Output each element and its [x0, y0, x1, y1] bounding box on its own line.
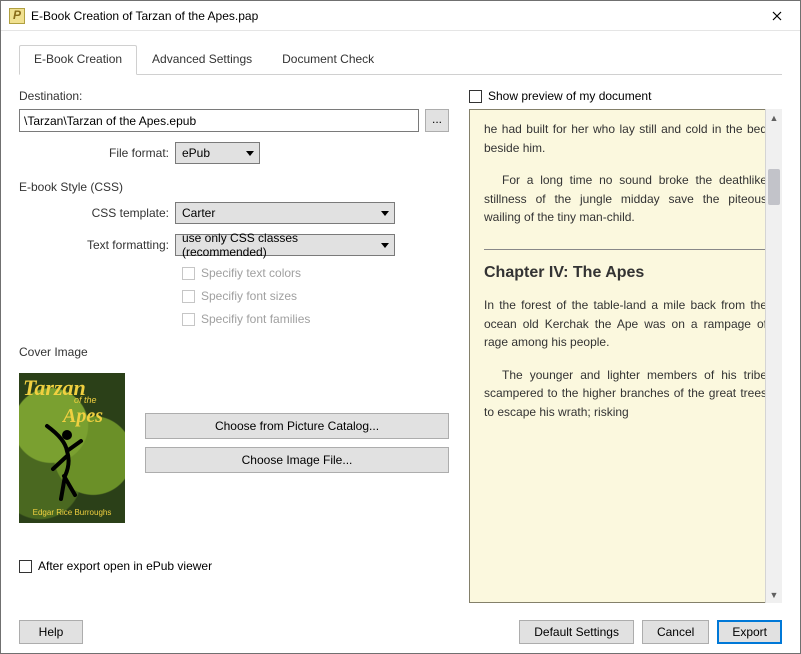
- cover-section-label: Cover Image: [19, 345, 449, 359]
- preview-paragraph: The younger and lighter members of his t…: [484, 366, 767, 422]
- specify-colors-checkbox: [182, 267, 195, 280]
- preview-paragraph: For a long time no sound broke the death…: [484, 171, 767, 227]
- tab-advanced-settings[interactable]: Advanced Settings: [137, 45, 267, 74]
- tab-ebook-creation[interactable]: E-Book Creation: [19, 45, 137, 75]
- settings-pane: Destination: ... File format: ePub E-boo…: [19, 89, 449, 603]
- show-preview-checkbox[interactable]: [469, 90, 482, 103]
- css-template-value: Carter: [182, 206, 215, 220]
- specify-sizes-label: Specifiy font sizes: [201, 289, 297, 303]
- cancel-button[interactable]: Cancel: [642, 620, 709, 644]
- preview-chapter-heading: Chapter IV: The Apes: [484, 264, 767, 282]
- specify-sizes-row: Specifiy font sizes: [182, 289, 449, 303]
- scroll-thumb[interactable]: [768, 169, 780, 205]
- text-formatting-select[interactable]: use only CSS classes (recommended): [175, 234, 395, 256]
- window-title: E-Book Creation of Tarzan of the Apes.pa…: [31, 9, 754, 23]
- scroll-up-icon[interactable]: ▲: [766, 109, 782, 126]
- tab-bar: E-Book Creation Advanced Settings Docume…: [19, 45, 782, 75]
- export-button[interactable]: Export: [717, 620, 782, 644]
- preview-pane: he had built for her who lay still and c…: [469, 109, 782, 603]
- file-format-select[interactable]: ePub: [175, 142, 260, 164]
- text-formatting-value: use only CSS classes (recommended): [182, 231, 378, 259]
- specify-families-checkbox: [182, 313, 195, 326]
- specify-families-label: Specifiy font families: [201, 312, 310, 326]
- preview-scrollbar[interactable]: ▲ ▼: [765, 109, 782, 603]
- css-template-label: CSS template:: [19, 206, 169, 220]
- default-settings-button[interactable]: Default Settings: [519, 620, 634, 644]
- file-format-label: File format:: [19, 146, 169, 160]
- scroll-down-icon[interactable]: ▼: [766, 586, 782, 603]
- show-preview-label: Show preview of my document: [488, 89, 651, 103]
- close-button[interactable]: [754, 1, 800, 31]
- close-icon: [772, 11, 782, 21]
- specify-sizes-checkbox: [182, 290, 195, 303]
- specify-colors-label: Specifiy text colors: [201, 266, 301, 280]
- cover-image: Tarzan of the Apes Edgar Rice Burroughs: [19, 373, 125, 523]
- css-template-select[interactable]: Carter: [175, 202, 395, 224]
- style-section-label: E-book Style (CSS): [19, 180, 449, 194]
- choose-image-file-button[interactable]: Choose Image File...: [145, 447, 449, 473]
- after-export-checkbox[interactable]: [19, 560, 32, 573]
- destination-input[interactable]: [19, 109, 419, 132]
- specify-families-row: Specifiy font families: [182, 312, 449, 326]
- choose-from-catalog-button[interactable]: Choose from Picture Catalog...: [145, 413, 449, 439]
- specify-colors-row: Specifiy text colors: [182, 266, 449, 280]
- help-button[interactable]: Help: [19, 620, 83, 644]
- dialog-footer: Help Default Settings Cancel Export: [1, 611, 800, 653]
- file-format-value: ePub: [182, 146, 210, 160]
- preview-paragraph: In the forest of the table-land a mile b…: [484, 296, 767, 352]
- app-icon: [9, 8, 25, 24]
- cover-figure-icon: [37, 421, 97, 501]
- tab-document-check[interactable]: Document Check: [267, 45, 389, 74]
- cover-author: Edgar Rice Burroughs: [19, 508, 125, 517]
- preview-paragraph: he had built for her who lay still and c…: [484, 120, 767, 157]
- preview-pane-wrapper: Show preview of my document he had built…: [469, 89, 782, 603]
- cover-ofthe: of the: [74, 395, 97, 405]
- text-formatting-label: Text formatting:: [19, 238, 169, 252]
- preview-divider: [484, 249, 767, 250]
- after-export-label: After export open in ePub viewer: [38, 559, 212, 573]
- browse-button[interactable]: ...: [425, 109, 449, 132]
- title-bar: E-Book Creation of Tarzan of the Apes.pa…: [1, 1, 800, 31]
- destination-label: Destination:: [19, 89, 449, 103]
- cover-title-2: Apes: [63, 405, 103, 428]
